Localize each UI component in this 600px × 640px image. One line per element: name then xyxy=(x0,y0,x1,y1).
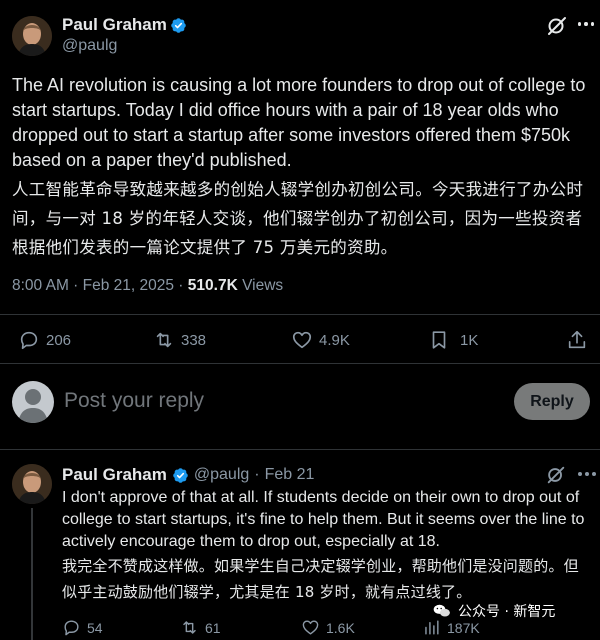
reply-input[interactable]: Post your reply xyxy=(64,389,204,413)
author-avatar[interactable] xyxy=(12,16,52,56)
tweet-timestamp[interactable]: 8:00 AM · Feb 21, 2025 · xyxy=(12,277,188,294)
reply-like-action[interactable]: 1.6K xyxy=(301,618,355,637)
reply-like-count: 1.6K xyxy=(326,619,355,636)
avatar-image xyxy=(12,16,52,56)
reply-separator: · xyxy=(254,466,260,483)
tweet-text-chinese: 人工智能革命导致越来越多的创始人辍学创办初创公司。今天我进行了办公时间，与一对 … xyxy=(12,180,584,257)
reply-icon xyxy=(64,620,79,636)
like-icon xyxy=(302,620,319,635)
like-action[interactable]: 4.9K xyxy=(291,329,350,351)
reply-repost-count: 61 xyxy=(205,619,221,636)
bookmark-action[interactable]: 1K xyxy=(428,329,478,351)
reply-author-avatar[interactable] xyxy=(12,464,52,504)
default-avatar-icon xyxy=(18,389,48,423)
more-options-icon[interactable] xyxy=(578,22,594,28)
reply-views-count: 187K xyxy=(447,619,480,636)
reply-reply-count: 54 xyxy=(87,619,103,636)
reply-author-name[interactable]: Paul Graham xyxy=(62,465,167,485)
wechat-icon xyxy=(433,604,450,617)
bookmark-icon xyxy=(432,331,446,349)
tweet-meta: 8:00 AM · Feb 21, 2025 · 510.7K Views xyxy=(12,277,283,295)
watermark-text: 公众号 · 新智元 xyxy=(458,604,556,620)
like-count: 4.9K xyxy=(319,331,350,349)
repost-icon xyxy=(183,621,196,634)
share-icon xyxy=(568,330,586,349)
more-options-icon[interactable] xyxy=(578,472,596,476)
tweet-views-count: 510.7K xyxy=(187,277,238,294)
repost-count: 338 xyxy=(181,331,207,349)
watermark: 公众号 · 新智元 xyxy=(432,601,555,621)
reply-button[interactable]: Reply xyxy=(514,383,590,420)
reply-text-chinese: 我完全不赞成这样做。如果学生自己决定辍学创业，帮助他们是没问题的。但似乎主动鼓励… xyxy=(62,557,579,601)
grok-icon[interactable] xyxy=(545,14,569,38)
author-name[interactable]: Paul Graham xyxy=(62,15,167,35)
tweet-views-label: Views xyxy=(237,277,284,294)
divider xyxy=(0,314,600,315)
verified-badge-icon xyxy=(171,17,186,33)
verified-badge-icon xyxy=(173,467,188,483)
reply-repost-action[interactable]: 61 xyxy=(180,618,221,637)
divider xyxy=(0,363,600,364)
divider xyxy=(0,449,600,450)
reply-date[interactable]: Feb 21 xyxy=(265,466,315,484)
grok-icon[interactable] xyxy=(545,464,567,486)
reply-author-handle[interactable]: @paulg xyxy=(194,466,249,484)
tweet-text-english: The AI revolution is causing a lot more … xyxy=(12,75,586,170)
reply-icon xyxy=(20,331,38,350)
reply-reply-action[interactable]: 54 xyxy=(62,618,103,637)
user-avatar-placeholder[interactable] xyxy=(12,381,54,423)
bookmark-count: 1K xyxy=(460,331,479,349)
author-handle[interactable]: @paulg xyxy=(62,37,117,55)
like-icon xyxy=(292,331,312,349)
share-action[interactable] xyxy=(566,329,588,351)
reply-action[interactable]: 206 xyxy=(18,329,71,351)
avatar-image xyxy=(12,464,52,504)
reply-text-english: I don't approve of that at all. If stude… xyxy=(62,489,585,550)
repost-action[interactable]: 338 xyxy=(153,329,206,351)
reply-count: 206 xyxy=(46,331,72,349)
thread-line xyxy=(31,508,33,640)
repost-icon xyxy=(156,332,172,348)
